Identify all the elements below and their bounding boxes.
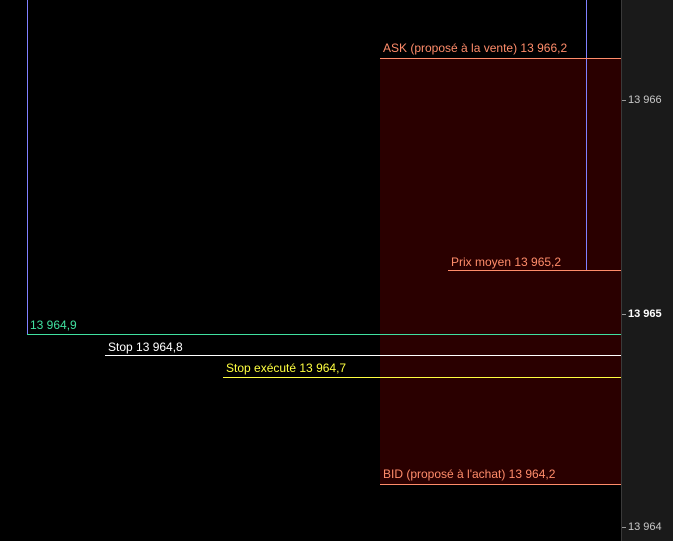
- price-axis[interactable]: 13 966 13 965 13 964: [621, 0, 673, 541]
- tick-mark-13964: [622, 527, 626, 528]
- avg-price-line[interactable]: [448, 270, 621, 271]
- price-chart[interactable]: ASK (proposé à la vente) 13 966,2 Prix m…: [0, 0, 621, 541]
- stop-label: Stop 13 964,8: [108, 340, 183, 354]
- stop-line[interactable]: [105, 355, 621, 356]
- tick-label-13966: 13 966: [628, 94, 662, 106]
- avg-price-label: Prix moyen 13 965,2: [451, 255, 562, 269]
- entry-label: 13 964,9: [30, 318, 77, 332]
- tick-label-13964: 13 964: [628, 521, 662, 533]
- stop-executed-label: Stop exécuté 13 964,7: [226, 361, 347, 375]
- ask-line[interactable]: [380, 58, 621, 59]
- ask-label: ASK (proposé à la vente) 13 966,2: [383, 41, 568, 55]
- tick-label-13965: 13 965: [628, 308, 662, 320]
- bid-label: BID (proposé à l'achat) 13 964,2: [383, 467, 556, 481]
- position-left-vertical-line: [27, 0, 28, 335]
- tick-mark-13965: [622, 314, 626, 315]
- stop-executed-line[interactable]: [223, 377, 621, 378]
- entry-line[interactable]: [27, 334, 621, 335]
- bid-line[interactable]: [380, 484, 621, 485]
- bid-ask-spread-zone: [380, 58, 621, 484]
- position-right-vertical-line: [586, 0, 587, 271]
- tick-mark-13966: [622, 100, 626, 101]
